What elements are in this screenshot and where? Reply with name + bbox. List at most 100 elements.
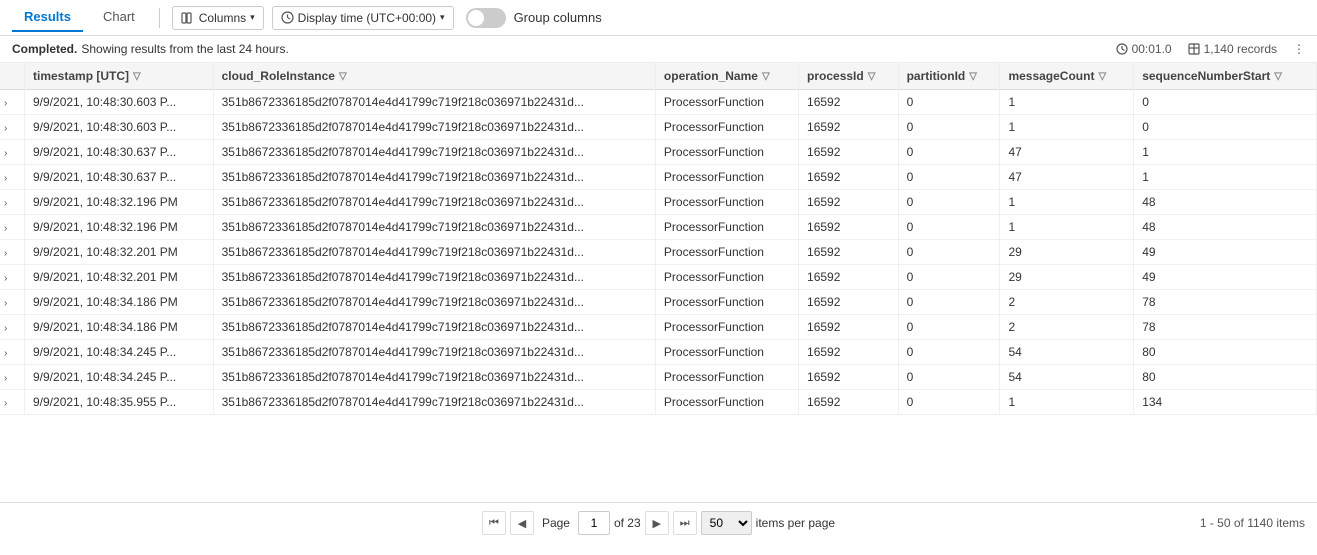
row-expand-cell[interactable]: › bbox=[0, 290, 25, 315]
status-right: 00:01.0 1,140 records ⋮ bbox=[1116, 42, 1305, 56]
cell-partitionid: 0 bbox=[898, 90, 1000, 115]
row-expand-cell[interactable]: › bbox=[0, 315, 25, 340]
cell-cloud-roleinstance: 351b8672336185d2f0787014e4d41799c719f218… bbox=[213, 215, 655, 240]
row-expand-cell[interactable]: › bbox=[0, 340, 25, 365]
row-expand-icon[interactable]: › bbox=[4, 323, 20, 334]
cell-operation-name: ProcessorFunction bbox=[655, 365, 798, 390]
cell-messagecount: 54 bbox=[1000, 365, 1134, 390]
prev-page-button[interactable]: ◀ bbox=[510, 511, 534, 535]
filter-cloud-icon[interactable]: ▽ bbox=[339, 71, 347, 82]
group-columns-toggle[interactable] bbox=[466, 8, 506, 28]
row-expand-icon[interactable]: › bbox=[4, 173, 20, 184]
cell-sequencenumberstart: 80 bbox=[1134, 340, 1317, 365]
cell-sequencenumberstart: 1 bbox=[1134, 140, 1317, 165]
last-page-icon: ⏭ bbox=[680, 517, 690, 530]
row-expand-icon[interactable]: › bbox=[4, 198, 20, 209]
cell-operation-name: ProcessorFunction bbox=[655, 265, 798, 290]
col-sequencenumberstart: sequenceNumberStart ▽ bbox=[1134, 63, 1317, 90]
per-page-select[interactable]: 50 100 200 bbox=[701, 511, 752, 535]
filter-processid-icon[interactable]: ▽ bbox=[868, 71, 876, 82]
table-row[interactable]: › 9/9/2021, 10:48:32.201 PM 351b86723361… bbox=[0, 240, 1317, 265]
cell-cloud-roleinstance: 351b8672336185d2f0787014e4d41799c719f218… bbox=[213, 240, 655, 265]
row-expand-cell[interactable]: › bbox=[0, 215, 25, 240]
col-messagecount: messageCount ▽ bbox=[1000, 63, 1134, 90]
cell-sequencenumberstart: 78 bbox=[1134, 315, 1317, 340]
cell-operation-name: ProcessorFunction bbox=[655, 315, 798, 340]
of-pages: of 23 bbox=[614, 516, 641, 530]
table-row[interactable]: › 9/9/2021, 10:48:34.245 P... 351b867233… bbox=[0, 365, 1317, 390]
filter-timestamp-icon[interactable]: ▽ bbox=[133, 71, 141, 82]
items-per-page-label: items per page bbox=[756, 516, 835, 530]
records-group: 1,140 records bbox=[1188, 42, 1277, 56]
table-row[interactable]: › 9/9/2021, 10:48:34.186 PM 351b86723361… bbox=[0, 290, 1317, 315]
table-body: › 9/9/2021, 10:48:30.603 P... 351b867233… bbox=[0, 90, 1317, 415]
expand-icon[interactable]: ⋮ bbox=[1293, 42, 1305, 56]
table-row[interactable]: › 9/9/2021, 10:48:35.955 P... 351b867233… bbox=[0, 390, 1317, 415]
last-page-button[interactable]: ⏭ bbox=[673, 511, 697, 535]
table-row[interactable]: › 9/9/2021, 10:48:32.196 PM 351b86723361… bbox=[0, 215, 1317, 240]
tab-results[interactable]: Results bbox=[12, 3, 83, 32]
row-expand-cell[interactable]: › bbox=[0, 390, 25, 415]
display-time-button[interactable]: Display time (UTC+00:00) ▾ bbox=[272, 6, 454, 30]
row-expand-icon[interactable]: › bbox=[4, 348, 20, 359]
row-expand-icon[interactable]: › bbox=[4, 273, 20, 284]
cell-messagecount: 47 bbox=[1000, 165, 1134, 190]
page-range-label: 1 - 50 of 1140 items bbox=[1200, 516, 1305, 530]
cell-sequencenumberstart: 48 bbox=[1134, 190, 1317, 215]
row-expand-cell[interactable]: › bbox=[0, 140, 25, 165]
row-expand-icon[interactable]: › bbox=[4, 298, 20, 309]
table-row[interactable]: › 9/9/2021, 10:48:30.637 P... 351b867233… bbox=[0, 165, 1317, 190]
row-expand-cell[interactable]: › bbox=[0, 190, 25, 215]
row-expand-icon[interactable]: › bbox=[4, 98, 20, 109]
row-expand-icon[interactable]: › bbox=[4, 123, 20, 134]
cell-sequencenumberstart: 48 bbox=[1134, 215, 1317, 240]
cell-timestamp: 9/9/2021, 10:48:34.186 PM bbox=[25, 315, 214, 340]
row-expand-cell[interactable]: › bbox=[0, 265, 25, 290]
row-expand-icon[interactable]: › bbox=[4, 373, 20, 384]
clock-small-icon bbox=[1116, 43, 1128, 55]
cell-cloud-roleinstance: 351b8672336185d2f0787014e4d41799c719f218… bbox=[213, 190, 655, 215]
next-page-button[interactable]: ▶ bbox=[645, 511, 669, 535]
cell-operation-name: ProcessorFunction bbox=[655, 340, 798, 365]
col-cloud-roleinstance: cloud_RoleInstance ▽ bbox=[213, 63, 655, 90]
row-expand-cell[interactable]: › bbox=[0, 240, 25, 265]
table-row[interactable]: › 9/9/2021, 10:48:32.196 PM 351b86723361… bbox=[0, 190, 1317, 215]
cell-timestamp: 9/9/2021, 10:48:32.196 PM bbox=[25, 190, 214, 215]
page-input[interactable] bbox=[578, 511, 610, 535]
col-processid: processId ▽ bbox=[799, 63, 899, 90]
cell-messagecount: 2 bbox=[1000, 290, 1134, 315]
columns-button[interactable]: Columns ▾ bbox=[172, 6, 264, 30]
row-expand-icon[interactable]: › bbox=[4, 223, 20, 234]
duration-value: 00:01.0 bbox=[1132, 42, 1172, 56]
tab-chart[interactable]: Chart bbox=[91, 3, 147, 32]
row-expand-cell[interactable]: › bbox=[0, 165, 25, 190]
cell-timestamp: 9/9/2021, 10:48:30.637 P... bbox=[25, 140, 214, 165]
table-row[interactable]: › 9/9/2021, 10:48:32.201 PM 351b86723361… bbox=[0, 265, 1317, 290]
cell-timestamp: 9/9/2021, 10:48:32.201 PM bbox=[25, 240, 214, 265]
cell-partitionid: 0 bbox=[898, 240, 1000, 265]
row-expand-icon[interactable]: › bbox=[4, 398, 20, 409]
first-page-button[interactable]: ⏮ bbox=[482, 511, 506, 535]
cell-operation-name: ProcessorFunction bbox=[655, 165, 798, 190]
filter-sequence-icon[interactable]: ▽ bbox=[1274, 71, 1282, 82]
table-row[interactable]: › 9/9/2021, 10:48:34.186 PM 351b86723361… bbox=[0, 315, 1317, 340]
filter-operation-icon[interactable]: ▽ bbox=[762, 71, 770, 82]
cell-processid: 16592 bbox=[799, 240, 899, 265]
row-expand-icon[interactable]: › bbox=[4, 248, 20, 259]
table-row[interactable]: › 9/9/2021, 10:48:30.637 P... 351b867233… bbox=[0, 140, 1317, 165]
cell-messagecount: 29 bbox=[1000, 265, 1134, 290]
row-expand-icon[interactable]: › bbox=[4, 148, 20, 159]
row-expand-cell[interactable]: › bbox=[0, 90, 25, 115]
filter-messagecount-icon[interactable]: ▽ bbox=[1098, 71, 1106, 82]
cell-cloud-roleinstance: 351b8672336185d2f0787014e4d41799c719f218… bbox=[213, 315, 655, 340]
cell-cloud-roleinstance: 351b8672336185d2f0787014e4d41799c719f218… bbox=[213, 140, 655, 165]
table-row[interactable]: › 9/9/2021, 10:48:34.245 P... 351b867233… bbox=[0, 340, 1317, 365]
cell-operation-name: ProcessorFunction bbox=[655, 240, 798, 265]
filter-partitionid-icon[interactable]: ▽ bbox=[969, 71, 977, 82]
table-row[interactable]: › 9/9/2021, 10:48:30.603 P... 351b867233… bbox=[0, 90, 1317, 115]
row-expand-cell[interactable]: › bbox=[0, 115, 25, 140]
cell-partitionid: 0 bbox=[898, 165, 1000, 190]
table-row[interactable]: › 9/9/2021, 10:48:30.603 P... 351b867233… bbox=[0, 115, 1317, 140]
row-expand-cell[interactable]: › bbox=[0, 365, 25, 390]
cell-partitionid: 0 bbox=[898, 390, 1000, 415]
